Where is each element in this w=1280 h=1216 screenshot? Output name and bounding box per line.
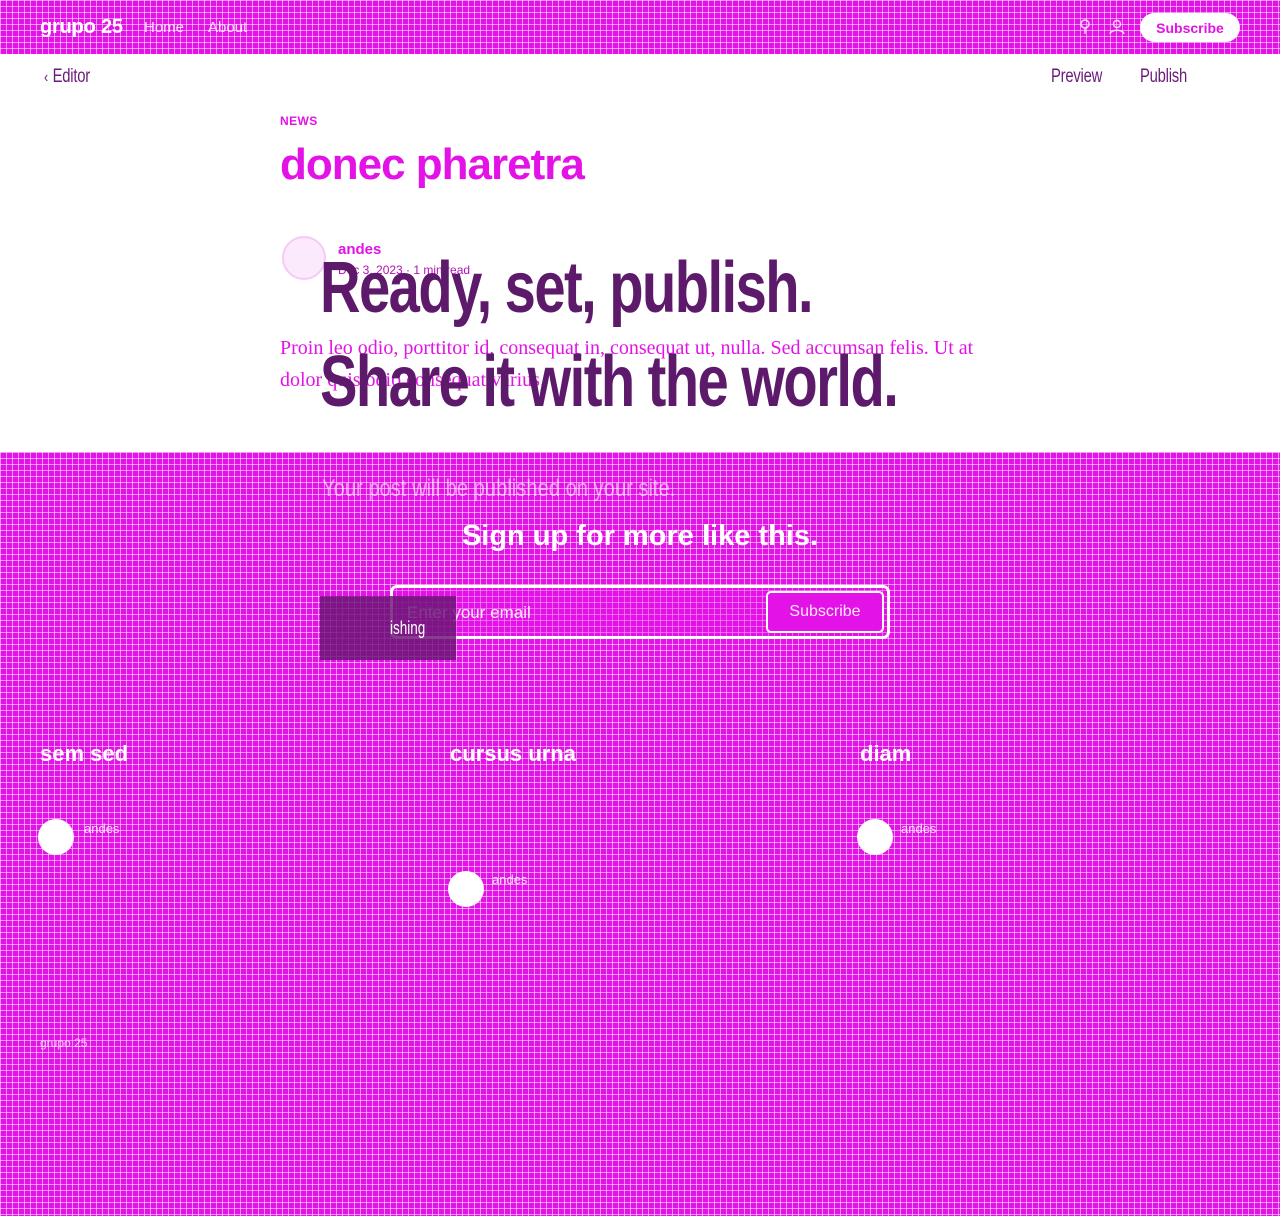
signup-heading: Sign up for more like this. bbox=[461, 520, 819, 552]
site-header: grupo 25 Home About Subscribe bbox=[0, 0, 1280, 54]
signup-form: Subscribe bbox=[390, 585, 890, 639]
footer-copyright: grupo 25 bbox=[40, 1036, 88, 1050]
preview-button[interactable]: Preview bbox=[1051, 66, 1102, 88]
footer-author-name[interactable]: andes bbox=[492, 872, 527, 887]
footer-column-title[interactable]: diam bbox=[860, 741, 911, 767]
publishing-button[interactable]: ishing bbox=[320, 596, 456, 660]
chevron-left-icon: ‹ bbox=[44, 69, 48, 86]
publishing-label: ishing bbox=[390, 618, 426, 638]
signup-subscribe-button[interactable]: Subscribe bbox=[766, 591, 884, 633]
email-input[interactable] bbox=[407, 600, 757, 626]
post-tag[interactable]: NEWS bbox=[280, 114, 318, 128]
footer-column-title[interactable]: cursus urna bbox=[450, 741, 576, 767]
publish-subtext: Your post will be published on your site… bbox=[322, 475, 676, 502]
editor-back-label: Editor bbox=[52, 66, 91, 87]
nav-about-link[interactable]: About bbox=[208, 19, 247, 36]
post-title: donec pharetra bbox=[280, 140, 585, 189]
nav-home-link[interactable]: Home bbox=[144, 19, 184, 36]
avatar[interactable] bbox=[38, 819, 74, 855]
publish-heading-line-2: Share it with the world. bbox=[320, 342, 899, 422]
footer-section bbox=[0, 452, 1280, 1216]
avatar[interactable] bbox=[448, 871, 484, 907]
footer-author-name[interactable]: andes bbox=[84, 821, 119, 836]
publish-button[interactable]: Publish bbox=[1140, 66, 1187, 88]
footer-column-title[interactable]: sem sed bbox=[40, 741, 128, 767]
header-subscribe-button[interactable]: Subscribe bbox=[1140, 13, 1240, 42]
account-icon[interactable] bbox=[1106, 16, 1128, 38]
site-brand[interactable]: grupo 25 bbox=[40, 16, 123, 39]
avatar[interactable] bbox=[857, 819, 893, 855]
publish-heading-line-1: Ready, set, publish. bbox=[320, 248, 814, 328]
editor-back-link[interactable]: ‹ Editor bbox=[44, 66, 90, 88]
search-icon[interactable] bbox=[1074, 16, 1096, 38]
footer-author-name[interactable]: andes bbox=[901, 821, 936, 836]
